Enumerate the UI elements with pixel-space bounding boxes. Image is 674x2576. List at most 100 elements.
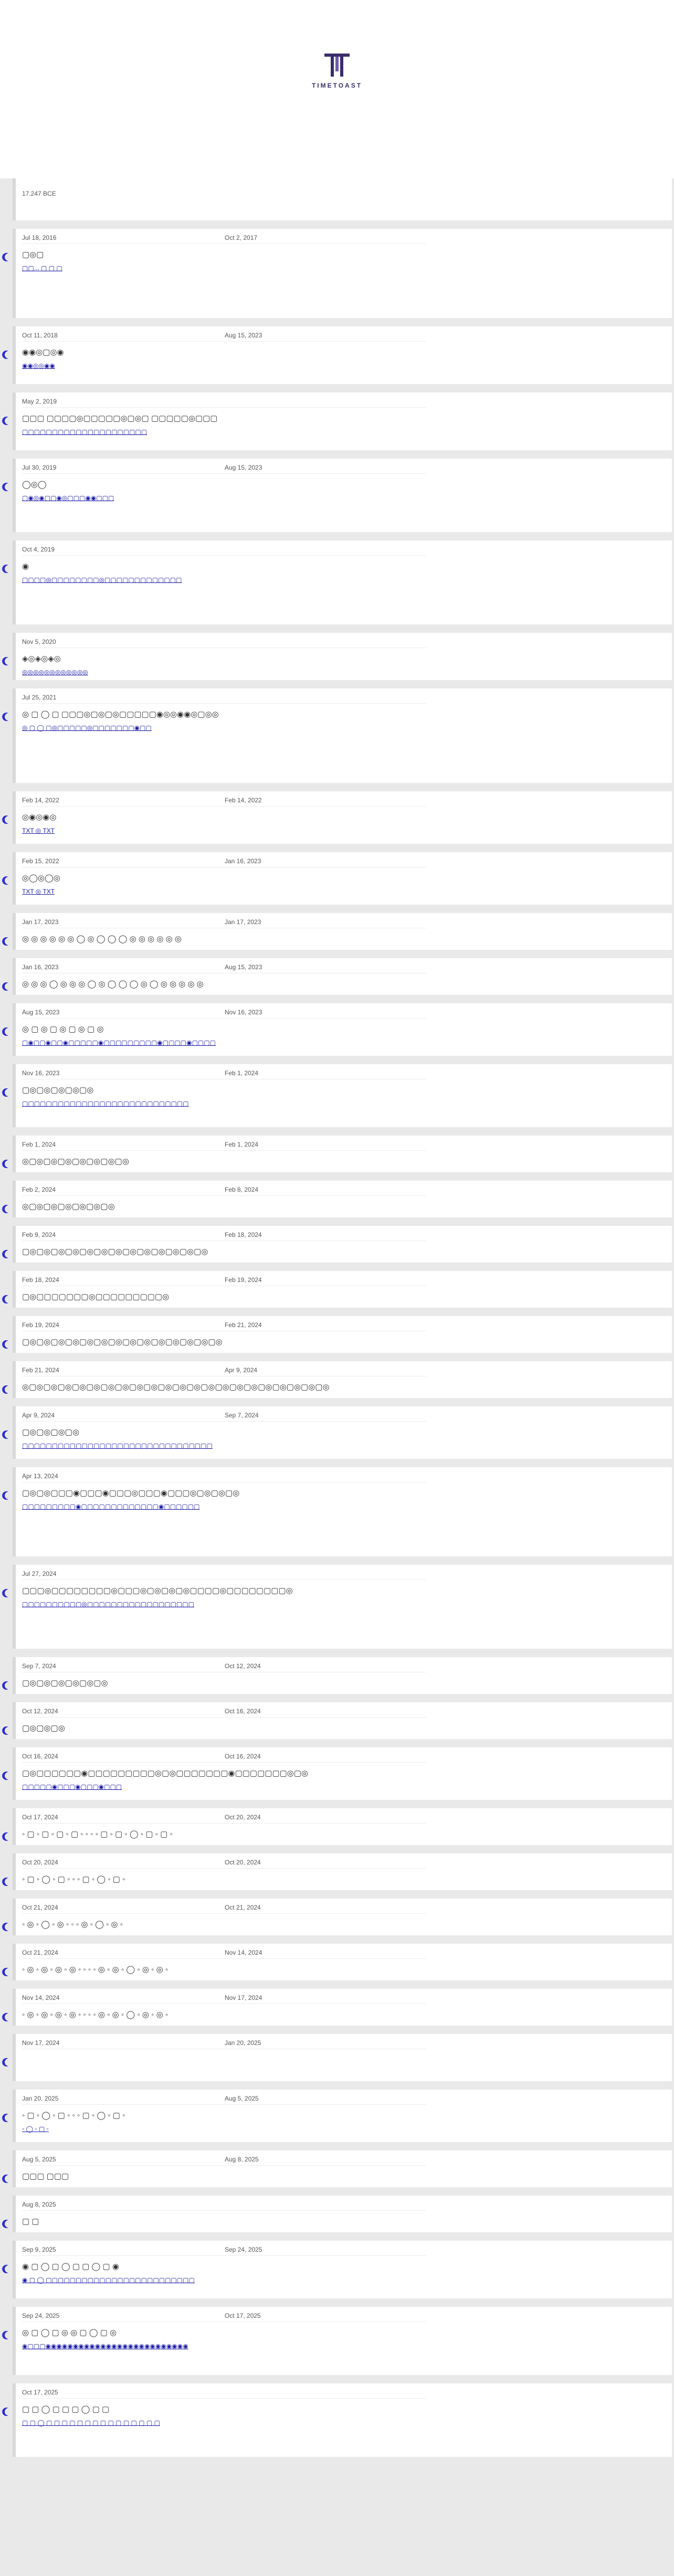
event-end-date: Aug 15, 2023 [225,963,262,971]
event-marker-icon [2,1772,8,1780]
event-link[interactable]: ▢◉▢▢◉▢▢◉▢▢▢▢▢◉▢▢▢▢▢▢▢▢▢◉▢▢▢▢◉▢▢▢▢ [22,1038,641,1047]
timeline-event[interactable]: Nov 14, 2024 Nov 17, 2024 ◦ ◎ ◦ ◎ ◦ ◎ ◦ ◎ … [2,1989,672,2026]
timeline-event[interactable]: Apr 9, 2024 Sep 7, 2024 ▢◎▢◎▢◎▢◎ ▢▢▢▢▢▢▢▢▢▢… [2,1406,672,1459]
event-link[interactable]: ▢▢▢▢▢▢▢▢▢▢▢▢▢▢▢▢▢▢▢▢▢▢▢▢▢▢▢▢ [22,1099,641,1108]
event-title: ◦ ▢ ◦ ▢ ◦ ▢ ◦ ▢ ◦ ◦ ◦ ◦ ▢ ◦ ▢ ◦ ◯ ◦ ▢ ◦ … [22,1830,173,1839]
timeline-event[interactable]: Jan 17, 2023 Jan 17, 2023 ◎ ◎ ◎ ◎ ◎ ◎ ◯ ◎ … [2,913,672,950]
timeline-event[interactable]: Feb 15, 2022 Jan 16, 2023 ◎◯◎◯◎ TXT ◎ TXT [2,852,672,905]
timeline-event[interactable]: Oct 17, 2025 ▢ ▢ ◯ ▢ ▢ ▢ ◯ ▢ ▢ ▢ ▢ ◯ ▢ ▢ ▢… [2,2383,672,2457]
timeline-event[interactable]: Aug 8, 2025 ▢ ▢ [2,2196,672,2232]
timeline-event[interactable]: Nov 5, 2020 ◈◎◈◎◈◎ ◎◎◎◎◎◎◎◎◎◎◎◎ [2,633,672,680]
event-title: ◦ ◎ ◦ ◯ ◦ ◎ ◦ ◦ ◦ ◎ ◦ ◯ ◦ ◎ ◦ [22,1920,123,1929]
event-marker-icon [2,713,8,721]
event-marker-icon [2,657,8,665]
timeline-event[interactable]: May 2, 2019 ▢▢▢ ▢▢▢▢◎▢▢▢▢▢◎▢◎▢ ▢▢▢▢▢◎▢▢▢ ▢… [2,393,672,450]
event-marker-icon [2,937,8,946]
event-divider [22,1018,426,1019]
event-link[interactable]: ◦ ◯ ◦ ▢ ◦ [22,2124,641,2134]
timeline-event[interactable]: Jul 25, 2021 ◎ ▢ ◯ ▢ ▢▢▢◎▢◎▢◎▢▢▢▢▢◉◎◎◉◉◎▢… [2,688,672,783]
event-end-date: Oct 16, 2024 [225,1753,261,1760]
timeline-event[interactable]: Feb 1, 2024 Feb 1, 2024 ◎▢◎▢◎▢◎▢◎▢◎▢◎▢◎ [2,1136,672,1172]
timeline-event[interactable]: Feb 18, 2024 Feb 19, 2024 ▢◎▢▢▢▢▢▢▢◎▢▢▢▢▢▢… [2,1271,672,1308]
timetoast-logo[interactable]: TIMETOAST [311,50,363,94]
timeline-event[interactable]: Apr 13, 2024 ▢◎▢◎▢▢▢◉▢▢▢◉▢▢▢◎▢▢▢◉▢▢▢◎▢◎▢◎… [2,1467,672,1556]
timeline-event[interactable]: Feb 19, 2024 Feb 21, 2024 ▢◎▢◎▢◎▢◎▢◎▢◎▢◎▢◎… [2,1316,672,1353]
event-start-date: Feb 9, 2024 [22,1231,56,1238]
event-link[interactable]: ◉ ▢ ◯ ▢▢▢▢▢▢▢▢▢▢▢▢▢▢▢▢▢▢▢▢▢▢▢▢▢ [22,2275,641,2285]
event-link[interactable]: ◉▢▢▢◉◉◉◉◉◉◉◉◉◉◉◉◉◉◉◉◉◉◉◉◉◉◉◉◉◉ [22,2341,641,2351]
timeline-event[interactable]: Oct 21, 2024 Oct 21, 2024 ◦ ◎ ◦ ◯ ◦ ◎ ◦ ◦ … [2,1899,672,1935]
event-title: ◦ ◎ ◦ ◎ ◦ ◎ ◦ ◎ ◦ ◦ ◦ ◦ ◎ ◦ ◎ ◦ ◯ ◦ ◎ ◦ … [22,2010,168,2019]
event-start-date: Feb 1, 2024 [22,1141,56,1148]
event-end-date: Aug 8, 2025 [225,2156,259,2163]
timeline-event[interactable]: Oct 17, 2024 Oct 20, 2024 ◦ ▢ ◦ ▢ ◦ ▢ ◦ ▢ … [2,1808,672,1845]
event-link[interactable]: TXT ◎ TXT [22,887,641,896]
event-start-date: Oct 4, 2019 [22,546,55,553]
event-link[interactable]: ▢▢▢▢▢▢▢▢▢◉▢▢▢▢▢▢▢▢▢▢▢▢▢◉▢▢▢▢▢▢ [22,1502,641,1511]
page-header: TIMETOAST [0,0,674,178]
event-link[interactable]: ▢ ▢ ◯ ▢ ▢ ▢ ▢ ▢ ▢ ▢ ▢ ▢ ▢ ▢ ▢ ▢ ▢ ▢ [22,2418,641,2427]
timeline-event[interactable]: Aug 15, 2023 Nov 16, 2023 ◎ ▢ ◎ ▢ ◎ ▢ ◎ ▢ … [2,1003,672,1056]
event-link[interactable]: ▢▢▢▢▢▢▢▢▢▢▢▢▢▢▢▢▢▢▢▢▢▢▢▢▢▢▢▢▢▢▢▢ [22,1441,641,1450]
timeline-event[interactable]: Jan 20, 2025 Aug 5, 2025 ◦ ▢ ◦ ◯ ◦ ▢ ◦ ◦ ◦… [2,2090,672,2142]
event-title: ◉◉◎▢◎◉ [22,348,64,357]
timeline-event[interactable]: Feb 2, 2024 Feb 8, 2024 ◎▢◎▢◎▢◎▢◎▢◎▢◎ [2,1181,672,1217]
timeline-event[interactable]: Aug 5, 2025 Aug 8, 2025 ▢▢▢ ▢▢▢ [2,2150,672,2187]
event-link[interactable]: TXT ◎ TXT [22,826,641,835]
timeline-event[interactable]: Oct 21, 2024 Nov 14, 2024 ◦ ◎ ◦ ◎ ◦ ◎ ◦ ◎ … [2,1944,672,1980]
event-start-date: Jan 16, 2023 [22,963,59,971]
timeline-event[interactable]: Jul 18, 2016 Oct 2, 2017 ▢◎▢ ▢▢... ▢ ▢ ▢ [2,229,672,318]
timeline-event[interactable]: Oct 4, 2019 ◉ ▢▢▢▢◎▢▢▢▢▢▢▢▢◎▢▢▢▢▢▢▢▢▢▢▢▢▢ [2,540,672,624]
event-title: ▢◎▢▢▢▢▢▢◉▢▢▢▢▢▢▢▢▢◎▢◎▢▢▢▢▢▢▢◉▢▢▢▢▢▢▢◎▢◎ [22,1769,309,1778]
event-divider [22,243,426,244]
event-link[interactable]: ▢▢▢▢▢▢▢▢▢▢▢▢▢▢▢▢▢▢▢▢▢ [22,427,641,437]
event-divider [22,1868,426,1869]
timeline-event[interactable]: Oct 20, 2024 Oct 20, 2024 ◦ ▢ ◦ ◯ ◦ ▢ ◦ ◦ … [2,1853,672,1890]
event-title: ▢◎▢◎▢◎▢◎ [22,1428,80,1437]
event-link[interactable]: ◎◎◎◎◎◎◎◎◎◎◎◎ [22,667,641,677]
timeline-event[interactable]: Sep 7, 2024 Oct 12, 2024 ▢◎▢◎▢◎▢◎▢◎▢◎ [2,1657,672,1694]
timeline-event[interactable]: Jul 27, 2024 ▢▢▢◎▢▢▢▢▢▢▢▢◎▢▢▢◎▢◎▢◎▢◎▢▢▢▢◎… [2,1565,672,1649]
event-start-date: Sep 9, 2025 [22,2246,56,2253]
event-divider [22,2321,426,2322]
event-divider [22,1717,426,1718]
timeline-event[interactable]: Oct 11, 2018 Aug 15, 2023 ◉◉◎▢◎◉ ◉◉◎◎◉◉ [2,326,672,384]
event-end-date: Jan 16, 2023 [225,857,261,865]
event-marker-icon [2,1385,8,1394]
event-link[interactable]: ▢▢▢▢▢◉▢▢▢◉▢▢▢◉▢▢▢ [22,1782,641,1791]
event-link[interactable]: ◉◉◎◎◉◉ [22,361,641,370]
event-start-date: Oct 11, 2018 [22,332,58,339]
event-end-date: Oct 2, 2017 [225,234,258,241]
timeline-event[interactable]: Feb 9, 2024 Feb 18, 2024 ▢◎▢◎▢◎▢◎▢◎▢◎▢◎▢◎▢… [2,1226,672,1263]
event-link[interactable]: ▢▢▢▢◎▢▢▢▢▢▢▢▢◎▢▢▢▢▢▢▢▢▢▢▢▢▢ [22,575,641,585]
timeline-event[interactable]: Nov 16, 2023 Feb 1, 2024 ▢◎▢◎▢◎▢◎▢◎ ▢▢▢▢▢▢▢… [2,1064,672,1127]
event-end-date: Sep 24, 2025 [225,2246,262,2253]
timeline-event[interactable]: Nov 17, 2024 Jan 20, 2025 [2,2034,672,2081]
event-title: ▢◎▢◎▢◎▢◎▢◎▢◎▢◎▢◎▢◎▢◎▢◎▢◎▢◎▢◎ [22,1338,223,1347]
event-marker-icon [2,1726,8,1735]
event-start-date: Feb 19, 2024 [22,1321,59,1329]
timeline-event[interactable]: Oct 12, 2024 Oct 16, 2024 ▢◎▢◎▢◎ [2,1702,672,1739]
timeline-event[interactable]: Sep 24, 2025 Oct 17, 2025 ◎ ▢ ◯ ▢ ◎ ◎ ▢ ◯ … [2,2307,672,2375]
event-title: ◉ [22,562,29,571]
event-divider [22,1913,426,1914]
event-end-date: Feb 19, 2024 [225,1276,262,1284]
event-link[interactable]: ◎ ▢ ◯ ▢◎▢▢▢▢▢◎▢▢▢▢▢▢▢◉▢▢ [22,723,641,733]
event-divider [22,2255,426,2256]
event-start-date: Sep 7, 2024 [22,1662,56,1670]
timeline-event[interactable]: Feb 21, 2024 Apr 9, 2024 ◎▢◎▢◎▢◎▢◎▢◎▢◎▢◎▢◎… [2,1361,672,1398]
event-start-date: Feb 21, 2024 [22,1366,59,1374]
timeline-event[interactable]: Oct 16, 2024 Oct 16, 2024 ▢◎▢▢▢▢▢▢◉▢▢▢▢▢▢▢… [2,1747,672,1800]
timeline-event[interactable]: Jan 16, 2023 Aug 15, 2023 ◎ ◎ ◎ ◯ ◎ ◎ ◎ ◯ … [2,958,672,995]
event-marker-icon [2,1160,8,1168]
timeline-event[interactable]: Jul 30, 2019 Aug 15, 2023 ◯◎◯ ▢◉◎◉▢▢◉◎▢▢▢◉◉… [2,459,672,532]
event-end-date: Feb 18, 2024 [225,1231,262,1238]
event-end-date: Nov 16, 2023 [225,1009,262,1016]
event-link[interactable]: ▢▢▢▢▢▢▢▢▢▢◎▢▢▢▢▢▢▢▢▢▢▢▢▢▢▢▢▢▢ [22,1599,641,1609]
timeline-event[interactable]: Feb 14, 2022 Feb 14, 2022 ◎◉◎◉◎ TXT ◎ TXT [2,791,672,844]
timeline-event[interactable]: Sep 9, 2025 Sep 24, 2025 ◉ ▢ ◯ ▢ ◯ ▢ ▢ ◯ ▢… [2,2241,672,2298]
event-title: ▢▢▢ ▢▢▢ [22,2172,69,2181]
event-divider [22,2003,426,2004]
event-link[interactable]: ▢◉◎◉▢▢◉◎▢▢▢◉◉▢▢▢ [22,493,641,503]
event-link[interactable]: ▢▢... ▢ ▢ ▢ [22,263,641,273]
